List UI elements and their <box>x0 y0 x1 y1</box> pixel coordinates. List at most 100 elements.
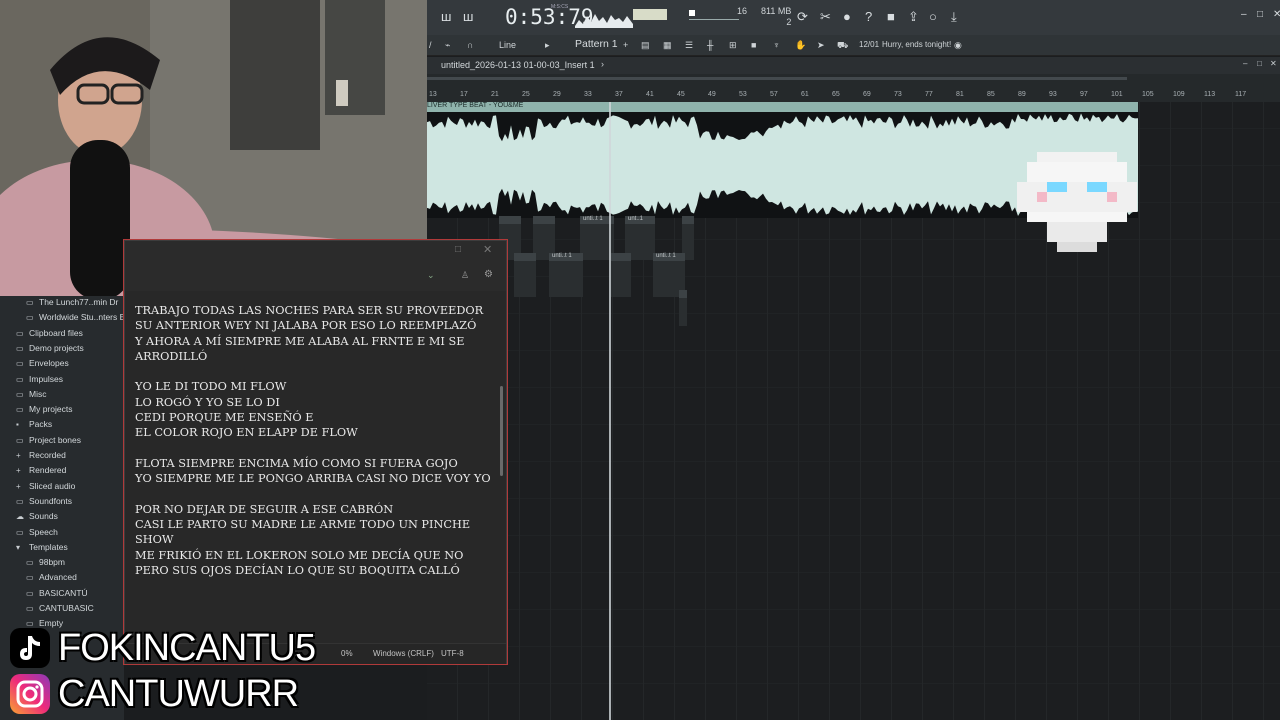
notepad-window: □ ✕ ⌄ ♙ ⚙ TRABAJO TODAS LAS NOCHES PARA … <box>124 240 507 664</box>
memory-value: 811 MB <box>761 6 792 16</box>
playlist-close-icon[interactable]: ✕ <box>1270 59 1277 68</box>
maximize-icon[interactable]: □ <box>1257 9 1263 20</box>
channel-rack-icon[interactable]: ☰ <box>685 40 693 51</box>
save-icon[interactable]: ■ <box>887 9 895 24</box>
pattern-selector[interactable]: Pattern 1 <box>575 38 618 50</box>
plugin-icon[interactable]: ■ <box>751 40 756 50</box>
bpm-value[interactable]: 16 <box>737 6 747 16</box>
browser-item[interactable]: ▭ Worldwide Stu..nters E <box>0 312 125 327</box>
globe-icon[interactable]: ◉ <box>954 40 962 51</box>
render-icon[interactable]: ⇪ <box>908 9 919 25</box>
playlist-icon[interactable]: ▤ <box>641 40 650 51</box>
browser-item[interactable]: ▭ Impulses <box>0 374 63 389</box>
add-pattern-icon[interactable]: + <box>623 40 628 50</box>
browser-item-label: Demo projects <box>29 342 84 353</box>
playhead[interactable] <box>609 102 611 720</box>
refresh-icon[interactable]: ⟳ <box>797 9 808 25</box>
browser-item[interactable]: ▭ Misc <box>0 389 46 404</box>
download-icon[interactable]: ⤓ <box>951 9 957 25</box>
browser-item[interactable]: ▭ My projects <box>0 404 72 419</box>
notepad-text-area[interactable]: TRABAJO TODAS LAS NOCHES PARA SER SU PRO… <box>135 303 495 578</box>
browser-item[interactable]: + Sliced audio <box>0 481 75 496</box>
playlist-minimize-icon[interactable]: – <box>1243 59 1247 68</box>
lyric-line: EL COLOR ROJO EN ELAPP DE FLOW <box>135 426 358 440</box>
browser-item[interactable]: ☁ Sounds <box>0 511 58 526</box>
ruler-number: 97 <box>1080 91 1088 98</box>
browser-item[interactable]: ▭ Advanced <box>0 572 77 587</box>
user-icon[interactable]: ♙ <box>461 270 469 281</box>
close-icon[interactable]: ✕ <box>1273 9 1280 20</box>
lyric-line: LO ROGÓ Y YO SE LO DI <box>135 395 280 409</box>
browser-item-label: Advanced <box>39 572 77 583</box>
pattern-clip[interactable] <box>611 253 631 297</box>
cloud-icon: ☁ <box>16 512 24 522</box>
browser-item-label: Envelopes <box>29 358 69 369</box>
brush-icon[interactable]: / <box>429 40 432 50</box>
browser-item[interactable]: ▭ CANTUBASIC <box>0 603 94 618</box>
browser-item[interactable]: ▭ Project bones <box>0 435 81 450</box>
link-icon[interactable]: ⌁ <box>445 40 450 51</box>
browser-item[interactable]: ▪ Packs <box>0 419 52 434</box>
browser-icon[interactable]: ⊞ <box>729 40 737 51</box>
magnet-icon[interactable]: ∩ <box>467 40 473 50</box>
playlist-title: untitled_2026-01-13 01-00-03_Insert 1 <box>441 60 595 70</box>
microphone-icon[interactable]: ● <box>843 9 851 24</box>
dropdown-icon[interactable]: ⌄ <box>427 270 435 281</box>
notepad-scrollbar[interactable] <box>500 386 503 476</box>
notepad-maximize-icon[interactable]: □ <box>455 244 461 255</box>
plug-icon[interactable]: ♆ <box>773 40 780 50</box>
browser-item-label: Clipboard files <box>29 327 83 338</box>
help-icon[interactable]: ? <box>865 9 872 24</box>
ruler-number: 73 <box>894 91 902 98</box>
hint-icon[interactable]: ш <box>441 9 451 24</box>
arrow-right-icon[interactable]: ▸ <box>545 40 550 51</box>
cut-icon[interactable]: ✂ <box>820 9 831 25</box>
pattern-clip[interactable]: unti..t 1 <box>549 253 583 297</box>
browser-item[interactable]: ▭ Clipboard files <box>0 328 83 343</box>
lyric-line: ME FRIKIÓ EN EL LOKERON SOLO ME DECÍA QU… <box>135 548 464 562</box>
snap-select[interactable]: Line <box>499 40 516 50</box>
wave-icon[interactable]: ш <box>463 9 473 24</box>
tempo-slider[interactable] <box>689 19 739 20</box>
playlist-tracks[interactable]: LIVER TYPE BEAT - YOU&ME unti..t 1 unt..… <box>427 102 1280 720</box>
timeline-ruler[interactable]: 13 17 21 25 29 33 37 41 45 49 53 57 61 65 69 73 77 81 85 89… <box>427 74 1280 102</box>
folder-icon: ▭ <box>16 405 24 415</box>
browser-item[interactable]: + Rendered <box>0 465 66 480</box>
notepad-close-icon[interactable]: ✕ <box>483 243 492 256</box>
browser-item-label: Impulses <box>29 373 64 384</box>
ruler-number: 25 <box>522 91 530 98</box>
notepad-titlebar: □ ✕ <box>125 241 506 263</box>
settings-gear-icon[interactable]: ⚙ <box>484 269 493 280</box>
touch-icon[interactable]: ✋ <box>795 40 806 51</box>
news-hint-text[interactable]: Hurry, ends tonight! <box>882 40 951 49</box>
cart-icon[interactable]: ⛟ <box>837 40 848 52</box>
minimize-icon[interactable]: – <box>1241 9 1247 20</box>
browser-item[interactable]: + Recorded <box>0 450 66 465</box>
browser-item-label: Sliced audio <box>29 480 76 491</box>
browser-item[interactable]: ▭ Speech <box>0 527 58 542</box>
browser-item[interactable]: ▭ The Lunch77..min Dr <box>0 297 118 312</box>
bird-icon[interactable]: ➤ <box>817 40 825 51</box>
horizontal-scrollbar[interactable] <box>427 77 1127 80</box>
browser-item[interactable]: ▭ Demo projects <box>0 343 84 358</box>
folder-icon: ▭ <box>26 298 34 307</box>
folder-icon: ▭ <box>26 604 34 613</box>
browser-item[interactable]: ▾ Templates <box>0 542 68 557</box>
browser-item[interactable]: ▭ Envelopes <box>0 358 69 373</box>
cpu-value: 2 <box>786 17 792 27</box>
chat-icon[interactable]: ○ <box>929 9 937 24</box>
pattern-clip[interactable] <box>514 253 536 297</box>
browser-item[interactable]: ▭ Soundfonts <box>0 496 72 511</box>
pattern-clip[interactable] <box>679 290 687 326</box>
piano-roll-icon[interactable]: ▦ <box>663 40 672 51</box>
audio-clip-header[interactable]: LIVER TYPE BEAT - YOU&ME <box>427 102 1138 112</box>
record-led-icon[interactable] <box>689 10 695 16</box>
browser-item[interactable]: ▭ BASICANTÚ <box>0 588 88 603</box>
mixer-icon[interactable]: ╫ <box>707 40 713 50</box>
master-volume-meter[interactable] <box>633 9 667 20</box>
folder-icon: ▭ <box>26 588 34 598</box>
playlist-maximize-icon[interactable]: □ <box>1257 59 1262 68</box>
browser-item[interactable]: ▭ 98bpm <box>0 557 65 572</box>
browser-item-label: CANTUBASIC <box>39 603 94 613</box>
lyric-line: POR NO DEJAR DE SEGUIR A ESE CABRÓN <box>135 502 394 516</box>
